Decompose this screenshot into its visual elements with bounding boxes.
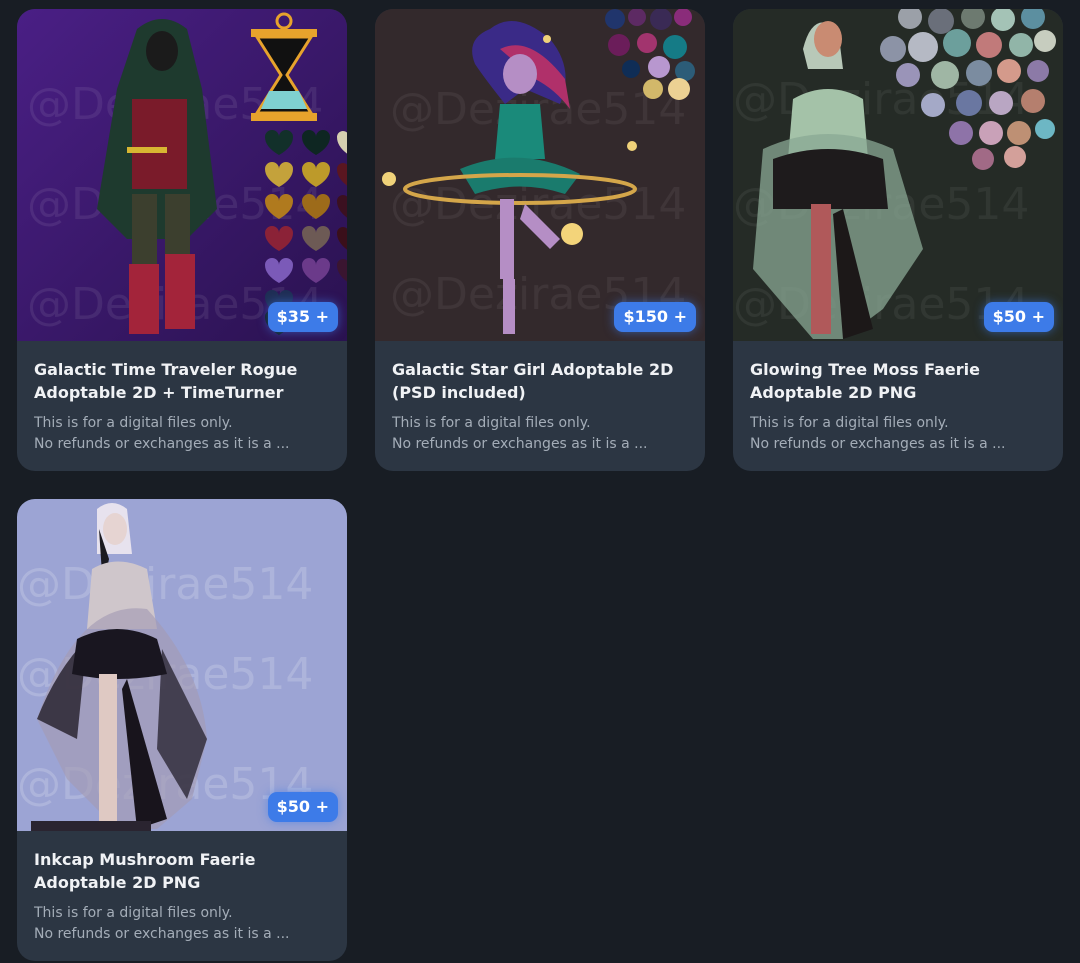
product-thumbnail[interactable]: @Dezirae514 @Dezirae514 @Dezirae514 $50 … <box>17 499 347 831</box>
product-card[interactable]: @Dezirae514 @Dezirae514 @Dezirae514 <box>375 9 705 471</box>
price-badge: $150 + <box>614 302 696 332</box>
description-line: This is for a digital files only. <box>34 415 233 431</box>
description-line: This is for a digital files only. <box>34 905 233 921</box>
product-thumbnail[interactable]: @Dezirae514 @Dezirae514 @Dezirae514 <box>375 9 705 341</box>
price-badge: $50 + <box>983 302 1054 332</box>
description-line: No refunds or exchanges as it is a ... <box>392 436 648 452</box>
description-line: This is for a digital files only. <box>750 415 949 431</box>
product-image: @Dezirae514 @Dezirae514 @Dezirae514 <box>17 499 347 831</box>
description-line: No refunds or exchanges as it is a ... <box>34 926 290 942</box>
description-line: This is for a digital files only. <box>392 415 591 431</box>
price-badge: $50 + <box>267 792 338 822</box>
product-image: @Dezirae514 @Dezirae514 @Dezirae514 <box>17 9 347 341</box>
product-title[interactable]: Inkcap Mushroom Faerie Adoptable 2D PNG <box>34 848 330 894</box>
description-line: No refunds or exchanges as it is a ... <box>750 436 1006 452</box>
product-description: This is for a digital files only. No ref… <box>392 413 688 455</box>
watermark: @Dezirae514 <box>17 559 313 610</box>
product-title[interactable]: Galactic Time Traveler Rogue Adoptable 2… <box>34 358 330 404</box>
product-thumbnail[interactable]: @Dezirae514 @Dezirae514 @Dezirae514 <box>17 9 347 341</box>
product-description: This is for a digital files only. No ref… <box>34 903 330 945</box>
product-image: @Dezirae514 @Dezirae514 @Dezirae514 <box>733 9 1063 341</box>
product-description: This is for a digital files only. No ref… <box>750 413 1046 455</box>
product-image: @Dezirae514 @Dezirae514 @Dezirae514 <box>375 9 705 341</box>
price-badge: $35 + <box>267 302 338 332</box>
product-title[interactable]: Galactic Star Girl Adoptable 2D (PSD inc… <box>392 358 688 404</box>
product-thumbnail[interactable]: @Dezirae514 @Dezirae514 @Dezirae514 <box>733 9 1063 341</box>
product-card[interactable]: @Dezirae514 @Dezirae514 @Dezirae514 $50 … <box>17 499 347 961</box>
product-grid: @Dezirae514 @Dezirae514 @Dezirae514 <box>0 0 1080 963</box>
product-card[interactable]: @Dezirae514 @Dezirae514 @Dezirae514 <box>733 9 1063 471</box>
description-line: No refunds or exchanges as it is a ... <box>34 436 290 452</box>
product-description: This is for a digital files only. No ref… <box>34 413 330 455</box>
product-card[interactable]: @Dezirae514 @Dezirae514 @Dezirae514 <box>17 9 347 471</box>
product-title[interactable]: Glowing Tree Moss Faerie Adoptable 2D PN… <box>750 358 1046 404</box>
